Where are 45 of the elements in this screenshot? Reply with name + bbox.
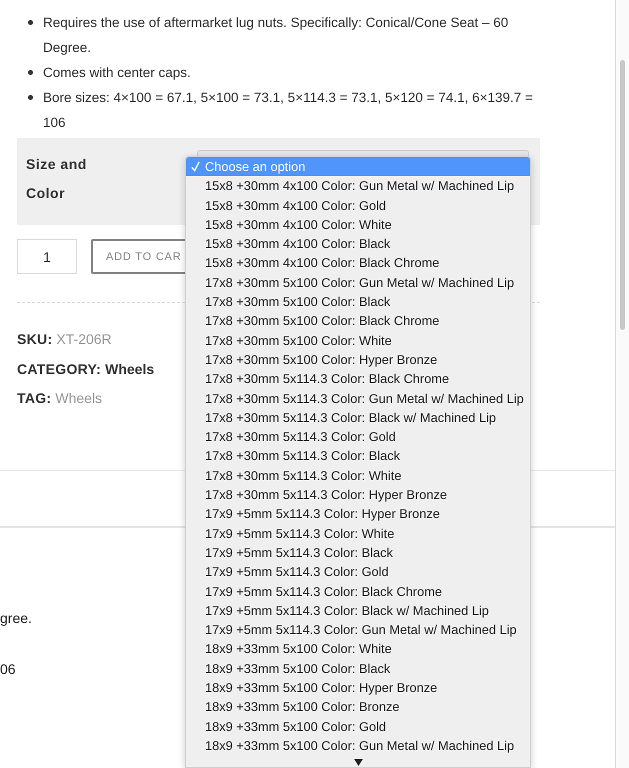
dropdown-option[interactable]: 17x8 +30mm 5x114.3 Color: Black w/ Machined Lip bbox=[186, 408, 530, 428]
dropdown-option[interactable]: 17x8 +30mm 5x100 Color: Gun Metal w/ Machined Lip bbox=[186, 272, 530, 292]
text-fragment: 06 bbox=[0, 660, 16, 679]
dropdown-option[interactable]: 15x8 +30mm 4x100 Color: White bbox=[186, 214, 530, 234]
bullet-text: Requires the use of aftermarket lug nuts. Specifically: Conical/Cone Seat – 60 Degree. bbox=[43, 14, 510, 57]
bullet-text: Comes with center caps. bbox=[43, 64, 191, 82]
meta-key: CATEGORY: bbox=[17, 358, 102, 378]
checkmark-icon bbox=[191, 161, 200, 172]
dropdown-option[interactable]: 17x8 +30mm 5x114.3 Color: Black Chrome bbox=[186, 369, 530, 389]
bullet-icon bbox=[28, 70, 33, 75]
dropdown-option[interactable]: 17x9 +5mm 5x114.3 Color: Hyper Bronze bbox=[186, 504, 530, 524]
dropdown-option[interactable]: 15x8 +30mm 4x100 Color: Gun Metal w/ Machined Lip bbox=[186, 176, 530, 196]
dropdown-option[interactable]: 17x8 +30mm 5x114.3 Color: Black bbox=[186, 446, 530, 466]
meta-value[interactable]: Wheels bbox=[105, 358, 154, 378]
dropdown-option[interactable]: 18x9 +33mm 5x100 Color: Bronze bbox=[186, 697, 530, 717]
dropdown-option[interactable]: 17x8 +30mm 5x114.3 Color: Hyper Bronze bbox=[186, 485, 530, 504]
text-fragment: gree. bbox=[0, 609, 32, 628]
dropdown-option[interactable]: 17x8 +30mm 5x100 Color: Hyper Bronze bbox=[186, 350, 530, 370]
dropdown-option[interactable]: 17x9 +5mm 5x114.3 Color: Gun Metal w/ Machined Lip bbox=[186, 620, 530, 640]
dropdown-option[interactable]: 17x8 +30mm 5x114.3 Color: Gold bbox=[186, 427, 530, 446]
dropdown-option[interactable]: 17x9 +5mm 5x114.3 Color: Black bbox=[186, 542, 530, 562]
scroll-down-arrow-icon[interactable] bbox=[354, 759, 362, 766]
dropdown-option[interactable]: 15x8 +30mm 4x100 Color: Gold bbox=[186, 196, 530, 215]
bullet-icon bbox=[28, 20, 33, 25]
dropdown-option[interactable]: 17x8 +30mm 5x100 Color: Black bbox=[186, 292, 530, 312]
dropdown-option[interactable]: 17x9 +5mm 5x114.3 Color: Black w/ Machined Lip bbox=[186, 600, 530, 620]
bullet-text: Bore sizes: 4×100 = 67.1, 5×100 = 73.1, 5×114.3 = 73.1, 5×120 = 74.1, 6×139.7 = 106 bbox=[43, 89, 534, 132]
meta-key: TAG: bbox=[17, 388, 52, 408]
dropdown-option[interactable]: 17x8 +30mm 5x114.3 Color: White bbox=[186, 466, 530, 486]
scrollbar-thumb[interactable] bbox=[620, 60, 625, 330]
dropdown-option[interactable]: 18x9 +33mm 5x100 Color: Hyper Bronze bbox=[186, 678, 530, 698]
dropdown-option[interactable]: 18x9 +33mm 5x100 Color: White bbox=[186, 639, 530, 659]
dropdown-option[interactable]: 17x8 +30mm 5x100 Color: White bbox=[186, 330, 530, 350]
dropdown-option[interactable]: 17x8 +30mm 5x114.3 Color: Gun Metal w/ Machined Lip bbox=[186, 388, 530, 408]
dropdown-option[interactable]: 17x8 +30mm 5x100 Color: Black Chrome bbox=[186, 311, 530, 331]
quantity-field[interactable]: 1 bbox=[17, 239, 77, 274]
dropdown-option[interactable]: 18x9 +33mm 5x100 Color: Gold bbox=[186, 716, 530, 736]
dropdown-option[interactable]: 18x9 +33mm 5x100 Color: Black bbox=[186, 658, 530, 678]
dropdown-option[interactable]: 17x9 +5mm 5x114.3 Color: Black Chrome bbox=[186, 582, 530, 601]
bullet-icon bbox=[28, 95, 33, 100]
dropdown-option[interactable]: 17x9 +5mm 5x114.3 Color: Gold bbox=[186, 562, 530, 582]
meta-key: SKU: bbox=[17, 329, 52, 349]
dropdown-option[interactable]: 17x9 +5mm 5x114.3 Color: White bbox=[186, 524, 530, 543]
variation-label: Size and Color bbox=[26, 155, 88, 203]
dropdown-option[interactable]: 18x9 +33mm 5x100 Color: Gun Metal w/ Machined Lip bbox=[186, 736, 530, 756]
